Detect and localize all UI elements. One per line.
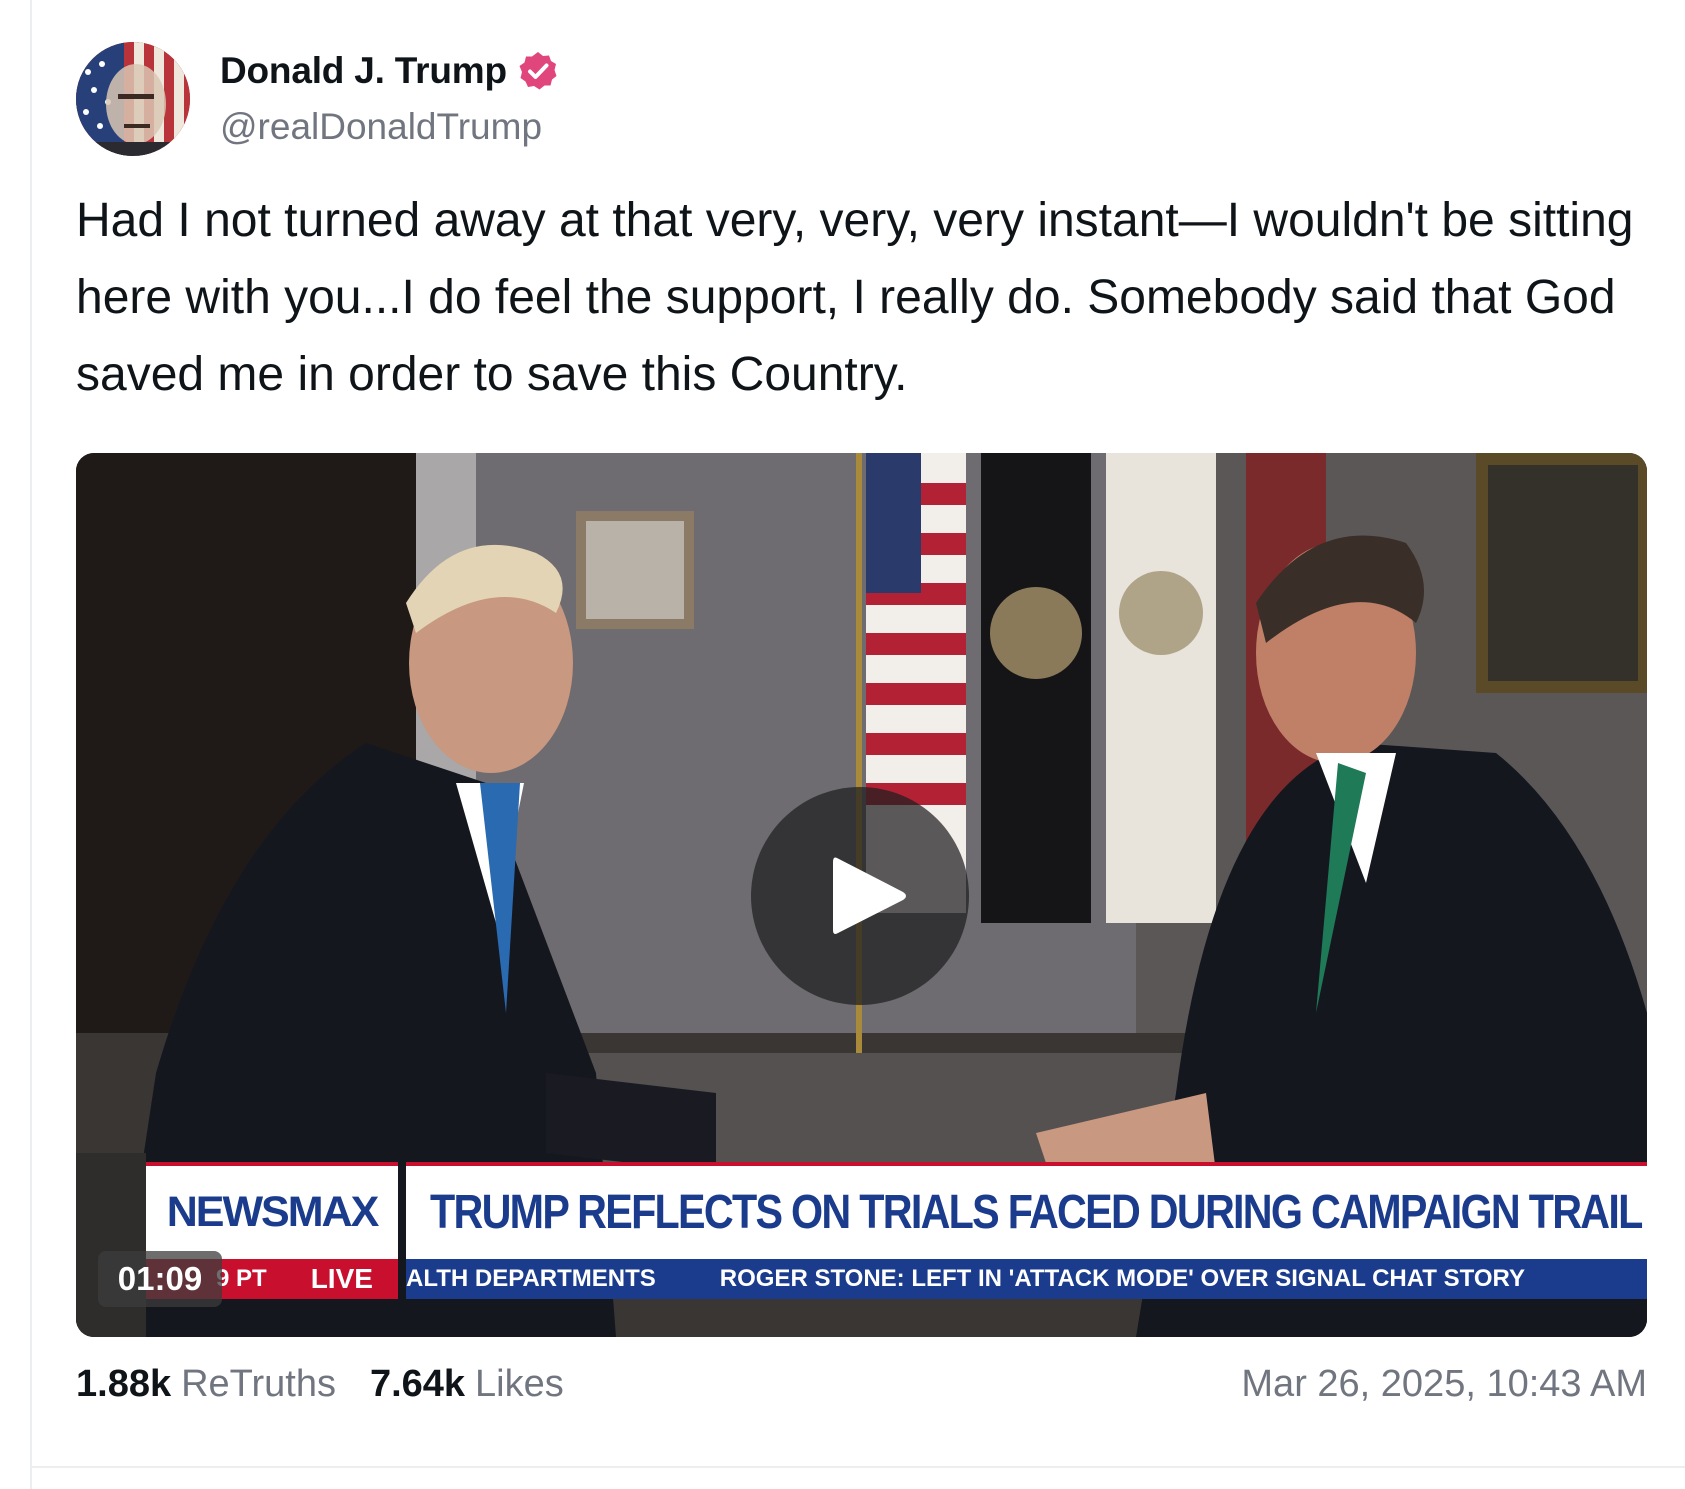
news-headline: TRUMP REFLECTS ON TRIALS FACED DURING CA…	[430, 1186, 1643, 1239]
news-ticker: ALTH DEPARTMENTS ROGER STONE: LEFT IN 'A…	[406, 1259, 1647, 1299]
likes-count[interactable]: 7.64k	[370, 1363, 465, 1406]
news-lower-third: NEWSMAX TRUMP REFLECTS ON TRIALS FACED D…	[146, 1162, 1647, 1299]
video-player[interactable]: NEWSMAX TRUMP REFLECTS ON TRIALS FACED D…	[76, 453, 1647, 1337]
avatar[interactable]	[76, 42, 190, 156]
retruths-count[interactable]: 1.88k	[76, 1363, 171, 1406]
ticker-time: 9 PT	[216, 1265, 267, 1292]
name-row: Donald J. Trump	[220, 50, 559, 92]
post-header: Donald J. Trump @realDonaldTrump	[76, 40, 559, 158]
author-names: Donald J. Trump @realDonaldTrump	[220, 50, 559, 148]
news-brand-logo: NEWSMAX	[166, 1188, 380, 1236]
news-brand-box: NEWSMAX	[146, 1162, 398, 1259]
post-text: Had I not turned away at that very, very…	[76, 194, 1634, 401]
post-timestamp[interactable]: Mar 26, 2025, 10:43 AM	[1241, 1363, 1647, 1406]
verified-badge-icon	[517, 50, 559, 92]
ticker-item: ALTH DEPARTMENTS	[406, 1265, 656, 1292]
ticker-live: LIVE	[310, 1263, 373, 1294]
retruths-label[interactable]: ReTruths	[181, 1363, 336, 1406]
video-duration: 01:09	[98, 1251, 222, 1307]
left-border	[30, 0, 32, 1489]
author-handle[interactable]: @realDonaldTrump	[220, 106, 559, 148]
likes-label[interactable]: Likes	[475, 1363, 564, 1406]
bottom-divider	[32, 1466, 1685, 1468]
post-stats: 1.88k ReTruths 7.64k Likes	[76, 1363, 564, 1406]
play-icon	[833, 857, 906, 934]
play-button[interactable]	[751, 787, 969, 1005]
ticker-item: ROGER STONE: LEFT IN 'ATTACK MODE' OVER …	[719, 1265, 1525, 1292]
news-headline-box: TRUMP REFLECTS ON TRIALS FACED DURING CA…	[406, 1162, 1647, 1259]
author-display-name[interactable]: Donald J. Trump	[220, 50, 507, 92]
avatar-image	[76, 42, 190, 156]
